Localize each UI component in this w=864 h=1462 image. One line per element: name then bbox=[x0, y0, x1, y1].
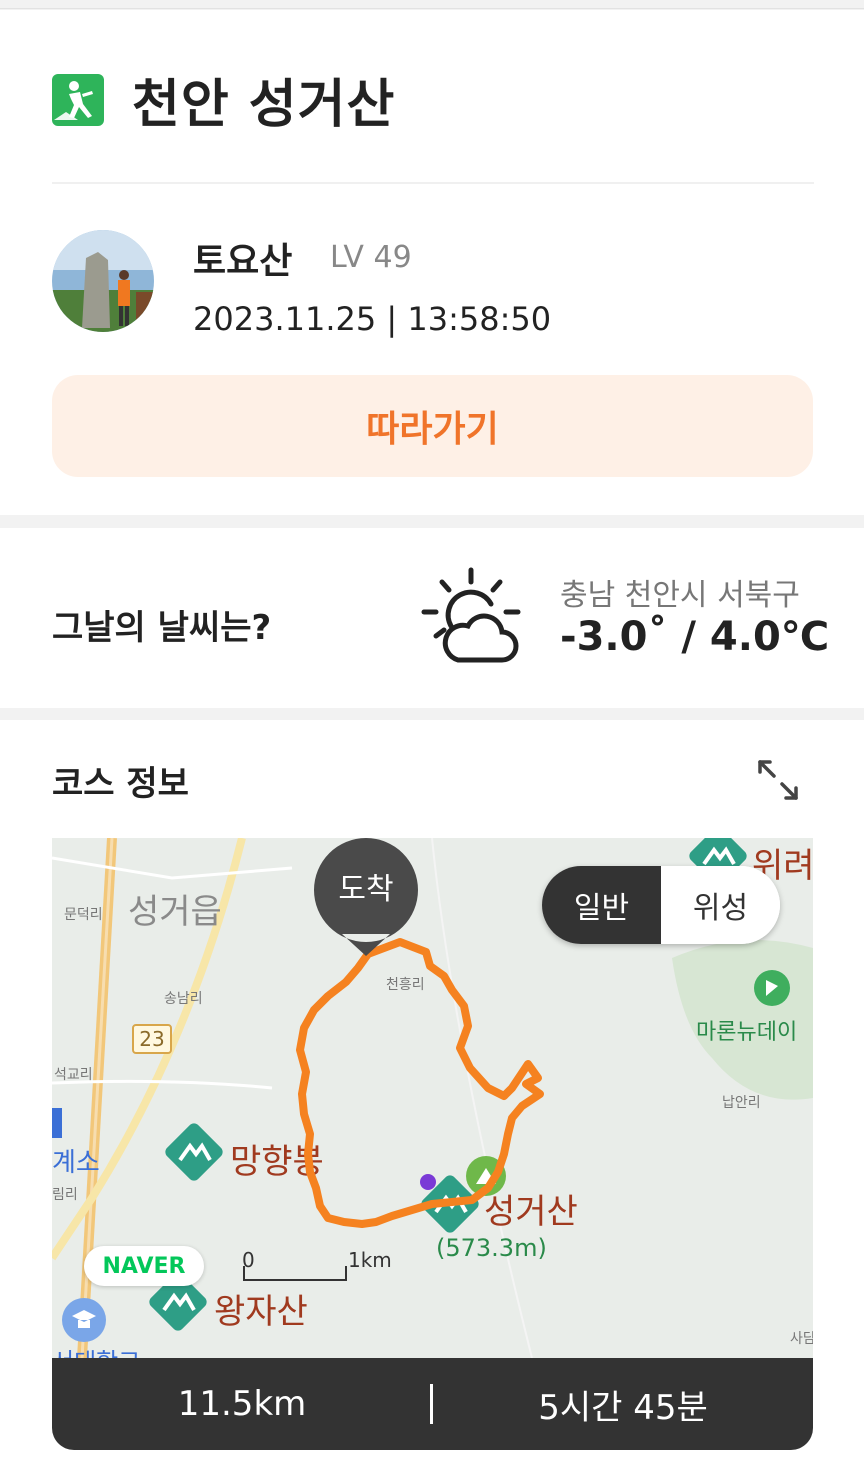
course-stats: 11.5km 5시간 45분 bbox=[52, 1358, 813, 1450]
course-label: 코스 정보 bbox=[52, 764, 189, 804]
naver-logo: NAVER bbox=[84, 1246, 204, 1286]
user-level: LV 49 bbox=[330, 240, 412, 275]
partly-cloudy-icon bbox=[421, 567, 521, 663]
follow-button[interactable]: 따라가기 bbox=[52, 375, 813, 477]
course-duration: 5시간 45분 bbox=[538, 1387, 708, 1428]
weather-temperature: -3.0˚ / 4.0℃ bbox=[560, 614, 830, 660]
record-datetime: 2023.11.25 | 13:58:50 bbox=[193, 300, 552, 338]
weather-label: 그날의 날씨는? bbox=[52, 608, 272, 648]
course-card: 코스 정보 문덕리 성거읍 송남리 석교리 천흥리 납안리 계소 림리 사담 2… bbox=[0, 720, 864, 1462]
expand-icon[interactable] bbox=[754, 756, 802, 804]
satellite-view-button[interactable]: 위성 bbox=[661, 866, 780, 944]
hiking-icon bbox=[52, 73, 104, 126]
scale-bar bbox=[243, 1266, 347, 1281]
weather-location: 충남 천안시 서북구 bbox=[560, 578, 800, 613]
page-title: 천안 성거산 bbox=[132, 75, 396, 135]
scale-label-start: 0 bbox=[242, 1248, 255, 1272]
course-distance: 11.5km bbox=[177, 1384, 307, 1424]
arrival-marker[interactable]: 도착 bbox=[314, 864, 418, 908]
user-name[interactable]: 토요산 bbox=[193, 232, 292, 284]
top-divider bbox=[0, 0, 864, 9]
divider bbox=[52, 182, 814, 184]
title-row: 천안 성거산 bbox=[52, 62, 395, 137]
normal-view-button[interactable]: 일반 bbox=[542, 866, 661, 944]
map-view-toggle: 일반 위성 bbox=[542, 866, 780, 944]
course-map[interactable]: 문덕리 성거읍 송남리 석교리 천흥리 납안리 계소 림리 사담 서대학교 23… bbox=[52, 838, 813, 1358]
avatar[interactable] bbox=[52, 230, 154, 332]
scale-label-end: 1km bbox=[348, 1248, 392, 1272]
summary-card: 천안 성거산 토요산 LV 49 2023.11.25 | 13:58:50 따… bbox=[0, 10, 864, 515]
weather-card: 그날의 날씨는? 충남 천안시 서북구 -3.0˚ / 4.0℃ bbox=[0, 528, 864, 708]
